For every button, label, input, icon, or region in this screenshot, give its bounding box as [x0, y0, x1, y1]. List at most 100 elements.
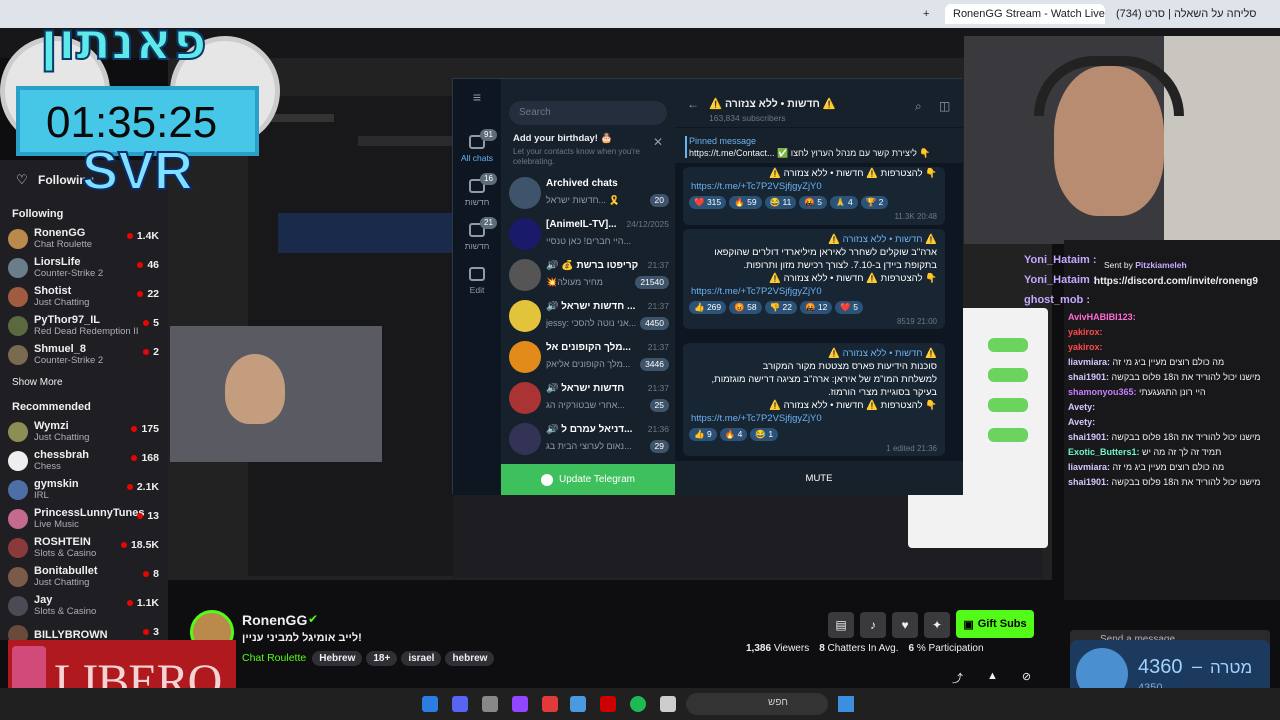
viewer-count: 13: [137, 510, 159, 522]
back-arrow-icon[interactable]: ←: [687, 97, 699, 111]
stream-tag[interactable]: Hebrew: [312, 651, 363, 666]
sidebar-channel[interactable]: LiorsLife Counter-Strike 2 46: [0, 253, 168, 282]
chat-item[interactable]: 🔊 חדשות ישראל 21:37 אחרי שבטורקיה הג... 25: [501, 378, 675, 420]
join-link[interactable]: https://t.me/+Tc7P2VSjfjgyZjY0: [683, 180, 945, 193]
taskbar-search[interactable]: חפש: [686, 693, 828, 715]
chat-username[interactable]: yakirox:: [1068, 342, 1103, 352]
hide-icon[interactable]: ⊘: [1022, 670, 1031, 686]
reaction[interactable]: 😂 1: [750, 428, 779, 441]
twitch-icon[interactable]: [512, 696, 528, 712]
chat-item[interactable]: Archived chats חדשות ישראל... 🎗️ 20: [501, 173, 675, 215]
reaction[interactable]: ❤️ 5: [835, 301, 864, 314]
sidebar-channel[interactable]: RonenGG Chat Roulette 1.4K: [0, 224, 168, 253]
channel-game: Just Chatting: [34, 432, 90, 443]
reaction[interactable]: 👎 22: [764, 301, 797, 314]
close-icon[interactable]: ✕: [653, 135, 663, 149]
sidebar-channel[interactable]: Wymzi Just Chatting 175: [0, 417, 168, 446]
sidebar-channel[interactable]: ROSHTEIN Slots & Casino 18.5K: [0, 533, 168, 562]
telegram-search-input[interactable]: Search: [509, 101, 667, 125]
sidebar-channel[interactable]: Shotist Just Chatting 22: [0, 282, 168, 311]
reaction[interactable]: 😂 11: [764, 196, 797, 209]
reaction[interactable]: 👍 269: [689, 301, 727, 314]
gift-subs-button[interactable]: ▣ Gift Subs: [956, 610, 1034, 638]
chat-item[interactable]: מלך הקופונים אל... 21:37 מלך הקופונים אליא…: [501, 337, 675, 379]
sidebar-channel[interactable]: gymskin IRL 2.1K: [0, 475, 168, 504]
reaction[interactable]: 🤬 12: [799, 301, 833, 314]
chatters-label: Chatters In Avg.: [827, 643, 899, 654]
sidebar-channel[interactable]: PrincessLunnyTunes Live Music 13: [0, 504, 168, 533]
clip-icon[interactable]: ▤: [828, 612, 854, 638]
heart-icon[interactable]: ♥: [892, 612, 918, 638]
stream-tag[interactable]: hebrew: [445, 651, 495, 666]
sparkle-icon[interactable]: ✦: [924, 612, 950, 638]
chrome-icon[interactable]: [570, 696, 586, 712]
join-link[interactable]: https://t.me/+Tc7P2VSjfjgyZjY0: [683, 285, 945, 298]
pinned-bar[interactable]: Pinned message https://t.me/Contact... ✅…: [675, 127, 963, 163]
chat-item[interactable]: 🔊 דניאל עמרם ל... 21:36 נאום לערוצי הבית ב…: [501, 419, 675, 461]
show-more-link[interactable]: Show More: [0, 373, 168, 393]
reaction[interactable]: 🙏 4: [830, 196, 858, 209]
chat-username[interactable]: shai1901:: [1068, 477, 1109, 487]
discord-icon[interactable]: [452, 696, 468, 712]
mute-button[interactable]: MUTE: [675, 461, 963, 495]
reaction[interactable]: 👍 9: [689, 428, 717, 441]
chat-username[interactable]: Exotic_Butters1:: [1068, 447, 1140, 457]
reaction[interactable]: 😡 58: [729, 301, 762, 314]
reaction[interactable]: 🤬 5: [799, 196, 828, 209]
viewer-count: 5: [143, 317, 159, 329]
chat-username[interactable]: Avety:: [1068, 417, 1095, 427]
files-icon[interactable]: [660, 696, 676, 712]
sidebar-toggle-icon[interactable]: ◫: [939, 99, 950, 113]
sidebar-channel[interactable]: chessbrah Chess 168: [0, 446, 168, 475]
new-tab-button[interactable]: +: [915, 4, 945, 24]
folder-3[interactable]: Edit: [453, 267, 501, 295]
windows-icon[interactable]: [838, 696, 854, 712]
chat-username[interactable]: yakirox:: [1068, 327, 1103, 337]
category-link[interactable]: Chat Roulette: [242, 652, 306, 664]
share-icon[interactable]: ⤴: [952, 670, 963, 686]
sidebar-channel[interactable]: Jay Slots & Casino 1.1K: [0, 591, 168, 620]
search-icon[interactable]: ⌕: [915, 99, 922, 114]
app-icon[interactable]: [482, 696, 498, 712]
reaction[interactable]: 🏆 2: [860, 196, 889, 209]
stream-tag[interactable]: 18+: [366, 651, 398, 666]
reaction[interactable]: 🔥 59: [729, 196, 762, 209]
chat-username[interactable]: liavmiara:: [1068, 357, 1110, 367]
stream-tag[interactable]: israel: [401, 651, 442, 666]
bell-icon[interactable]: ♪: [860, 612, 886, 638]
channel-message: ⚠️ חדשות • ללא צנזורה ⚠️ ארה"ב שוקלים לשח…: [683, 229, 945, 329]
streamer-name[interactable]: RonenGG: [242, 612, 307, 628]
chat-item[interactable]: 🔊 💰 קריפטו ברשת 💰 21:37 💥מחיר מעולה 21540: [501, 255, 675, 297]
chat-item[interactable]: [AnimeIL-TV]... 24/12/2025 היי חברים! כאן …: [501, 214, 675, 256]
obs-icon[interactable]: [600, 696, 616, 712]
report-icon[interactable]: ▲: [987, 670, 998, 686]
chat-username[interactable]: shai1901:: [1068, 432, 1109, 442]
tab-youtube[interactable]: (734) סליחה על השאלה | סרט: [1108, 4, 1258, 24]
folder-0[interactable]: 91 All chats: [453, 129, 501, 163]
sidebar-channel[interactable]: Bonitabullet Just Chatting 8: [0, 562, 168, 591]
magnet-icon[interactable]: [542, 696, 558, 712]
app-icon[interactable]: [422, 696, 438, 712]
discord-link[interactable]: https://discord.com/invite/roneng9: [1094, 276, 1258, 287]
chat-text: מה כולם רוצים מעיין ביג מי זה: [1112, 462, 1225, 472]
chat-item[interactable]: 🔊 חדשות ישראל ... 21:37 jessy: אני נוטה לה…: [501, 296, 675, 338]
chat-username[interactable]: Avety:: [1068, 402, 1095, 412]
reaction[interactable]: ❤️ 315: [689, 196, 727, 209]
viewers-stat: 1,386 Viewers: [746, 643, 809, 654]
tab-ronengg[interactable]: RonenGG Stream - Watch Live: [945, 4, 1105, 24]
folder-1[interactable]: 16 חדשות: [453, 173, 501, 207]
folder-2[interactable]: 21 חדשות: [453, 217, 501, 251]
message-line: ארה"ב שוקלים לשחרר לאיראן מיליארדי דולרי…: [714, 247, 937, 258]
chat-username[interactable]: shamonyou365:: [1068, 387, 1137, 397]
join-link[interactable]: https://t.me/+Tc7P2VSjfjgyZjY0: [683, 412, 945, 425]
viewers-label: Viewers: [773, 643, 810, 654]
menu-icon[interactable]: ≡: [453, 89, 501, 107]
sidebar-channel[interactable]: Shmuel_8 Counter-Strike 2 2: [0, 340, 168, 369]
sidebar-channel[interactable]: PyThor97_IL Red Dead Redemption II 5: [0, 311, 168, 340]
update-telegram-button[interactable]: Update Telegram: [501, 464, 675, 495]
spotify-icon[interactable]: [630, 696, 646, 712]
reaction[interactable]: 🔥 4: [719, 428, 748, 441]
chat-username[interactable]: liavmiara:: [1068, 462, 1110, 472]
chat-username[interactable]: shai1901:: [1068, 372, 1109, 382]
chat-username[interactable]: AvivHABIBI123:: [1068, 312, 1136, 322]
